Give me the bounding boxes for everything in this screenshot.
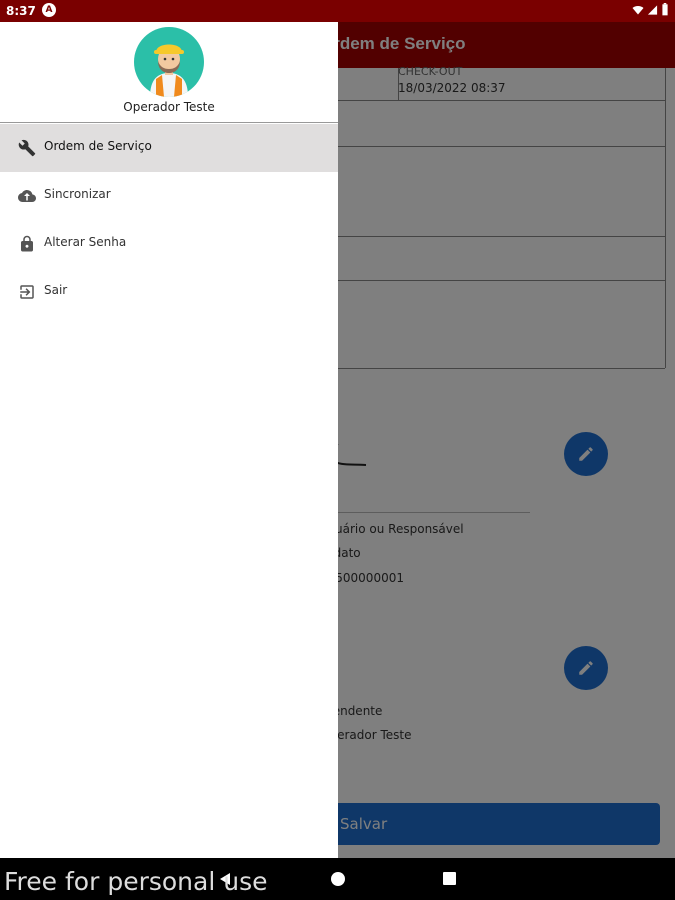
menu-item-sair[interactable]: Sair (0, 268, 338, 316)
watermark-text: Free for personal use (4, 867, 268, 896)
recent-apps-icon[interactable] (443, 872, 456, 885)
worker-avatar-icon (150, 44, 188, 97)
cloud-sync-icon (18, 190, 36, 202)
home-icon[interactable] (331, 872, 345, 886)
wrench-icon (18, 139, 36, 157)
wifi-icon (632, 5, 644, 14)
menu-label: Alterar Senha (44, 235, 127, 249)
logout-icon (20, 285, 34, 299)
status-icons (632, 3, 669, 16)
menu-item-ordem-de-servico[interactable]: Ordem de Serviço (0, 124, 338, 172)
app-notification-icon: A (42, 3, 56, 17)
drawer-header: Operador Teste (0, 22, 338, 123)
user-name: Operador Teste (123, 100, 215, 114)
avatar (134, 27, 204, 97)
status-time: 8:37 (6, 4, 36, 18)
signal-icon (647, 4, 658, 15)
menu-label: Sincronizar (44, 187, 111, 201)
menu-label: Sair (44, 283, 68, 297)
menu-label: Ordem de Serviço (44, 139, 152, 153)
menu-item-alterar-senha[interactable]: Alterar Senha (0, 220, 338, 268)
navigation-drawer: Operador Teste Ordem de Serviço Sincroni… (0, 22, 338, 858)
lock-icon (21, 235, 33, 252)
menu-item-sincronizar[interactable]: Sincronizar (0, 172, 338, 220)
battery-icon (662, 3, 668, 16)
status-bar: 8:37 A (0, 0, 675, 22)
